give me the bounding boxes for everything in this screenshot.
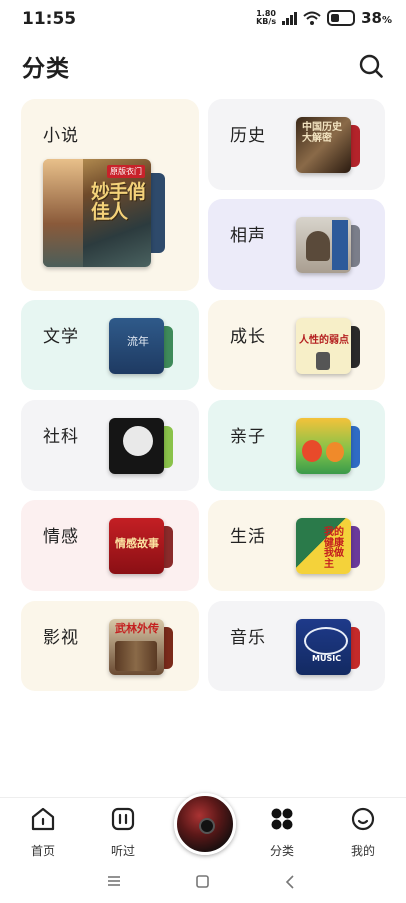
signal-icon [282,11,298,25]
nav-label-home: 首页 [30,844,55,858]
category-card-emotion[interactable]: 情感 情感故事 [21,500,199,591]
audio-history-icon [111,807,135,831]
nav-label-mine: 我的 [350,844,375,858]
category-label: 影视 [43,628,79,648]
nav-item-mine[interactable]: 我的 [333,806,393,859]
category-card-growth[interactable]: 成长 人性的弱点 [208,300,385,390]
book-cover: 原版衣门 妙手俏佳人 [43,159,151,267]
category-label: 亲子 [230,427,266,447]
category-label: 相声 [230,226,266,246]
category-card-crosstalk[interactable]: 相声 [208,199,385,290]
category-label: 小说 [43,126,79,146]
nav-item-categories[interactable]: 分类 [252,806,312,859]
category-label: 成长 [230,327,266,347]
book-cover: MUSIC [296,619,351,675]
home-square-icon[interactable] [196,875,209,888]
system-navigation-bar [0,860,406,903]
category-card-film[interactable]: 影视 武林外传 [21,601,199,691]
book-cover: 流年 [109,318,164,374]
nav-label-listened: 听过 [110,844,135,858]
category-label: 文学 [43,327,79,347]
status-bar: 11:55 1.80 KB/s 38% [0,0,406,38]
back-icon[interactable] [285,875,295,889]
search-icon[interactable] [358,53,384,79]
category-card-parenting[interactable]: 亲子 [208,400,385,491]
category-card-novel[interactable]: 小说 原版衣门 妙手俏佳人 [21,99,199,291]
status-icons: 1.80 KB/s 38% [256,9,392,27]
now-playing-disc[interactable] [174,793,236,855]
book-cover [109,418,164,474]
category-label: 情感 [43,527,79,547]
home-icon [31,807,55,831]
page-title: 分类 [22,56,70,82]
category-label: 社科 [43,427,79,447]
bottom-navigation: 首页 听过 分类 我的 [0,793,406,860]
book-cover: 武林外传 [109,619,164,675]
nav-label-categories: 分类 [269,844,294,858]
category-card-life[interactable]: 生活 我的健康我做主 [208,500,385,591]
nav-item-listened[interactable]: 听过 [93,806,153,859]
category-label: 生活 [230,527,266,547]
wifi-icon [303,11,321,25]
profile-smile-icon [351,807,375,831]
category-label: 历史 [230,126,266,146]
battery-percent: 38% [361,9,392,27]
category-card-music[interactable]: 音乐 MUSIC [208,601,385,691]
book-cover [296,217,351,273]
category-card-history[interactable]: 历史 中国历史大解密 [208,99,385,190]
book-cover: 中国历史大解密 [296,117,351,173]
category-card-social-science[interactable]: 社科 [21,400,199,491]
category-card-literature[interactable]: 文学 流年 [21,300,199,390]
nav-item-home[interactable]: 首页 [13,806,73,859]
category-label: 音乐 [230,628,266,648]
book-cover [296,418,351,474]
book-cover: 情感故事 [109,518,164,574]
menu-icon[interactable] [107,875,121,887]
categories-icon [271,808,293,830]
book-cover: 我的健康我做主 [296,518,351,574]
network-speed: 1.80 KB/s [256,9,277,26]
book-cover: 人性的弱点 [296,318,351,374]
status-time: 11:55 [22,9,77,29]
battery-icon [327,10,356,26]
